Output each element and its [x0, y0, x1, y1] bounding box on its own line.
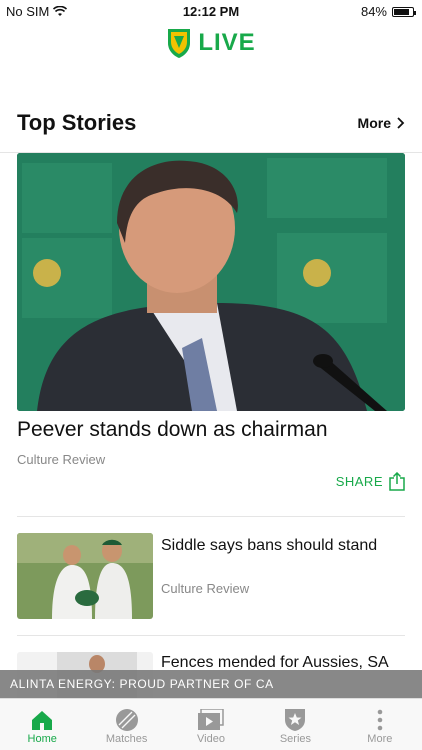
- chevron-right-icon: [397, 117, 405, 129]
- logo-text: LIVE: [198, 29, 256, 56]
- app-header: LIVE: [0, 22, 422, 64]
- home-icon: [32, 711, 53, 730]
- tab-series[interactable]: Series: [253, 699, 337, 750]
- share-button[interactable]: SHARE: [336, 472, 405, 491]
- sponsor-banner[interactable]: ALINTA ENERGY: PROUD PARTNER OF CA: [0, 670, 422, 698]
- hero-category: Culture Review: [17, 452, 106, 467]
- divider: [17, 635, 405, 636]
- battery-percent: 84%: [360, 4, 387, 19]
- top-stories-header: Top Stories More: [17, 105, 405, 141]
- hero-story-image[interactable]: [17, 153, 405, 411]
- hero-title[interactable]: Peever stands down as chairman: [17, 418, 405, 442]
- battery-icon: [392, 6, 416, 17]
- story-title[interactable]: Siddle says bans should stand: [161, 536, 410, 556]
- more-label: More: [357, 115, 391, 131]
- tab-matches[interactable]: Matches: [84, 699, 168, 750]
- status-time: 12:12 PM: [182, 4, 240, 19]
- ball-icon: [115, 709, 138, 731]
- dots-icon: [377, 709, 383, 731]
- story-photo: [17, 533, 153, 619]
- share-icon: [389, 472, 405, 491]
- tab-home[interactable]: Home: [0, 699, 84, 750]
- tab-video[interactable]: Video: [169, 699, 253, 750]
- cricket-australia-logo-icon: [168, 29, 191, 58]
- hero-photo: [17, 153, 405, 411]
- section-title: Top Stories: [17, 110, 137, 135]
- tab-label: Video: [197, 733, 225, 745]
- tab-bar: Home Matches Video Series More: [0, 698, 422, 750]
- tab-label: Home: [27, 733, 57, 745]
- star-shield-icon: [285, 709, 306, 731]
- story-thumbnail[interactable]: [17, 533, 153, 619]
- tab-label: Series: [279, 733, 312, 745]
- tab-label: More: [367, 733, 393, 745]
- story-category: Culture Review: [161, 581, 250, 596]
- tab-label: Matches: [105, 733, 148, 745]
- status-bar: No SIM 12:12 PM 84%: [0, 0, 422, 22]
- video-icon: [198, 709, 224, 730]
- share-label: SHARE: [335, 474, 383, 489]
- more-button[interactable]: More: [358, 115, 405, 131]
- tab-more[interactable]: More: [338, 699, 422, 750]
- divider: [17, 516, 405, 517]
